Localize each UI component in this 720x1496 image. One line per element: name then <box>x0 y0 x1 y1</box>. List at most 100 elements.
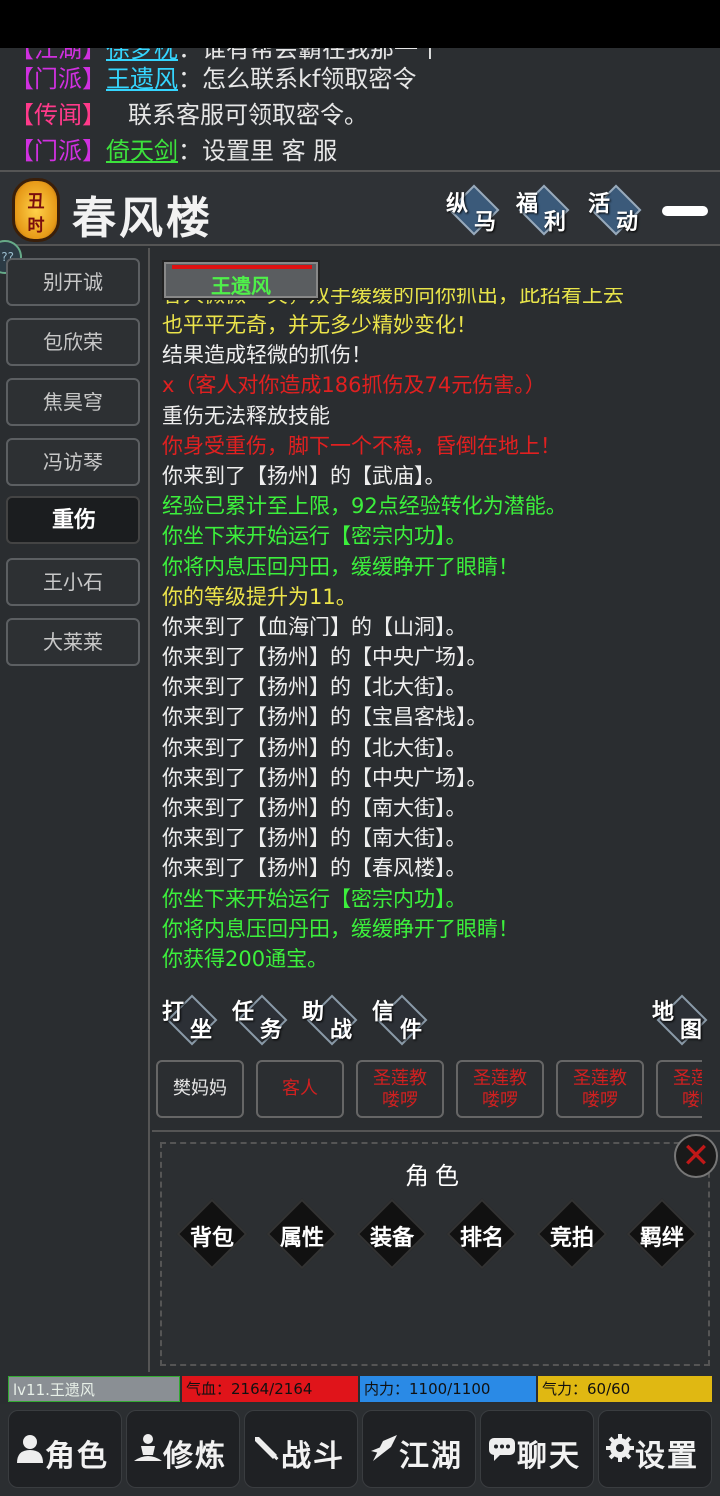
person-label-1: 圣莲教 <box>473 1068 527 1089</box>
log-line: 你来到了【扬州】的【武庙】。 <box>162 463 446 488</box>
person-button[interactable]: 客人 <box>256 1060 344 1118</box>
nav-label: 聊天 <box>517 1439 581 1474</box>
chat-player-name[interactable]: 徐梦枕 <box>106 48 178 63</box>
collapse-icon[interactable] <box>662 206 708 216</box>
button-char: 战 <box>330 1017 353 1043</box>
log-line: 你的等级提升为11。 <box>162 584 357 609</box>
npc-button[interactable]: 王小石 <box>6 558 140 606</box>
nav-jianghu[interactable]: 江湖 <box>362 1410 476 1488</box>
room-people-list[interactable]: 樊妈妈 客人 圣莲教 喽啰 圣莲教 喽啰 圣莲教 喽啰 圣莲教 喽啰 <box>152 1056 702 1124</box>
person-button[interactable]: 圣莲教 喽啰 <box>456 1060 544 1118</box>
person-label-2: 喽啰 <box>382 1090 418 1111</box>
button-char: 纵 <box>446 191 469 217</box>
log-line: 你将内息压回丹田，缓缓睁开了眼睛！ <box>162 916 519 941</box>
button-char: 件 <box>400 1017 423 1043</box>
nav-settings[interactable]: 设置 <box>598 1410 712 1488</box>
log-line: 你来到了【扬州】的【北大街】。 <box>162 675 467 700</box>
character-panel: 角色 背包 属性 装备 排名 竞拍 羁绊 ✕ <box>152 1130 720 1372</box>
backpack-button[interactable]: 背包 <box>174 1196 250 1272</box>
panel-button-label: 背包 <box>189 1225 234 1251</box>
panel-button-label: 羁绊 <box>639 1225 684 1251</box>
person-button[interactable]: 圣莲教 喽啰 <box>356 1060 444 1118</box>
button-char: 打 <box>162 999 185 1025</box>
quest-button[interactable]: 任 务 <box>232 994 292 1048</box>
target-indicator[interactable]: 王遗风 <box>162 260 320 300</box>
person-button[interactable]: 圣莲教 喽啰 <box>556 1060 644 1118</box>
panel-button-label: 装备 <box>369 1225 414 1251</box>
chat-channel-tag: 【传闻】 <box>10 101 106 129</box>
npc-button[interactable]: 别开诚 <box>6 258 140 306</box>
time-label-bottom: 时 <box>27 216 45 236</box>
auction-button[interactable]: 竞拍 <box>534 1196 610 1272</box>
chat-channel-tag: 【江湖】 <box>10 48 106 63</box>
person-label-1: 圣莲教 <box>373 1068 427 1089</box>
button-char: 马 <box>474 209 497 235</box>
log-line: 你来到了【血海门】的【山洞】。 <box>162 614 467 639</box>
log-line: 你来到了【扬州】的【南大街】。 <box>162 796 467 820</box>
log-line: 你来到了【扬州】的【北大街】。 <box>162 735 467 760</box>
nav-chat[interactable]: 聊天 <box>480 1410 594 1488</box>
location-header: 丑 时 春风楼 纵 马 福 利 活 动 <box>0 170 720 246</box>
button-char: 图 <box>680 1017 703 1043</box>
nav-label: 设置 <box>635 1439 699 1474</box>
person-label-2: 喽啰 <box>482 1090 518 1111</box>
nav-cultivate[interactable]: 修炼 <box>126 1410 240 1488</box>
gear-icon <box>606 1434 634 1462</box>
button-char: 信 <box>372 999 395 1025</box>
npc-button[interactable]: 大莱莱 <box>6 618 140 666</box>
map-button[interactable]: 地 图 <box>652 994 712 1048</box>
nav-label: 修炼 <box>163 1439 227 1474</box>
meditate-button[interactable]: 打 坐 <box>162 994 222 1048</box>
close-panel-button[interactable]: ✕ <box>674 1134 718 1178</box>
button-char: 福 <box>516 191 539 217</box>
close-icon: ✕ <box>681 1136 711 1176</box>
log-line: 也平平无奇，并无多少精妙变化！ <box>162 313 477 337</box>
attributes-button[interactable]: 属性 <box>264 1196 340 1272</box>
chat-message: ：怎么联系kf领取密令 <box>178 65 417 93</box>
panel-button-label: 排名 <box>459 1225 504 1251</box>
log-line: 你将内息压回丹田，缓缓睁开了眼睛！ <box>162 554 519 579</box>
welfare-button[interactable]: 福 利 <box>516 184 572 236</box>
log-line: 你来到了【扬州】的【中央广场】。 <box>162 645 488 670</box>
ranking-button[interactable]: 排名 <box>444 1196 520 1272</box>
world-chat[interactable]: 【江湖】徐梦枕：谁有帮会霸在我那一个 【门派】王遗风：怎么联系kf领取密令 【传… <box>0 48 720 170</box>
mail-button[interactable]: 信 件 <box>372 994 432 1048</box>
person-button[interactable]: 樊妈妈 <box>156 1060 244 1118</box>
bottom-navigation: 角色 修炼 战斗 江湖 聊天 设置 <box>0 1404 720 1496</box>
nav-battle[interactable]: 战斗 <box>244 1410 358 1488</box>
assist-battle-button[interactable]: 助 战 <box>302 994 362 1048</box>
meditate-icon <box>134 1434 162 1461</box>
chat-message: 联系客服可领取密令。 <box>128 101 368 129</box>
chat-player-name[interactable]: 倚天剑 <box>106 137 178 165</box>
ride-horse-button[interactable]: 纵 马 <box>446 184 502 236</box>
log-line: 你身受重伤，脚下一个不稳，昏倒在地上！ <box>162 433 561 458</box>
npc-sidebar: ?? 别开诚 包欣荣 焦昊穹 冯访琴 重伤 王小石 大莱莱 <box>0 240 150 1372</box>
location-title: 春风楼 <box>72 193 213 244</box>
person-label-2: 喽啰 <box>582 1090 618 1111</box>
chat-message: ：设置里 客 服 <box>178 137 338 165</box>
time-lantern-icon: 丑 时 <box>12 178 60 242</box>
button-char: 地 <box>652 999 675 1025</box>
equipment-button[interactable]: 装备 <box>354 1196 430 1272</box>
panel-title: 角色 <box>405 1162 465 1190</box>
events-button[interactable]: 活 动 <box>588 184 644 236</box>
sword-icon <box>255 1437 279 1461</box>
person-button[interactable]: 圣莲教 喽啰 <box>656 1060 702 1118</box>
log-line: 你来到了【扬州】的【春风楼】。 <box>162 856 467 881</box>
person-label-1: 圣莲教 <box>673 1068 702 1089</box>
chat-line: 【传闻】 联系客服可领取密令。 <box>10 100 368 130</box>
button-char: 动 <box>616 209 639 235</box>
npc-button[interactable]: 焦昊穹 <box>6 378 140 426</box>
log-line: 你来到了【扬州】的【南大街】。 <box>162 826 467 851</box>
npc-button[interactable]: 冯访琴 <box>6 438 140 486</box>
chat-player-name[interactable]: 王遗风 <box>106 65 178 93</box>
button-char: 活 <box>588 191 611 217</box>
mp-bar: 内力：1100/1100 <box>360 1376 536 1402</box>
log-line: 你来到了【扬州】的【中央广场】。 <box>162 765 488 790</box>
npc-button[interactable]: 包欣荣 <box>6 318 140 366</box>
button-char: 务 <box>260 1017 283 1043</box>
panel-button-label: 属性 <box>279 1225 324 1251</box>
nav-label: 战斗 <box>281 1439 345 1474</box>
bonds-button[interactable]: 羁绊 <box>624 1196 700 1272</box>
nav-character[interactable]: 角色 <box>8 1410 122 1488</box>
